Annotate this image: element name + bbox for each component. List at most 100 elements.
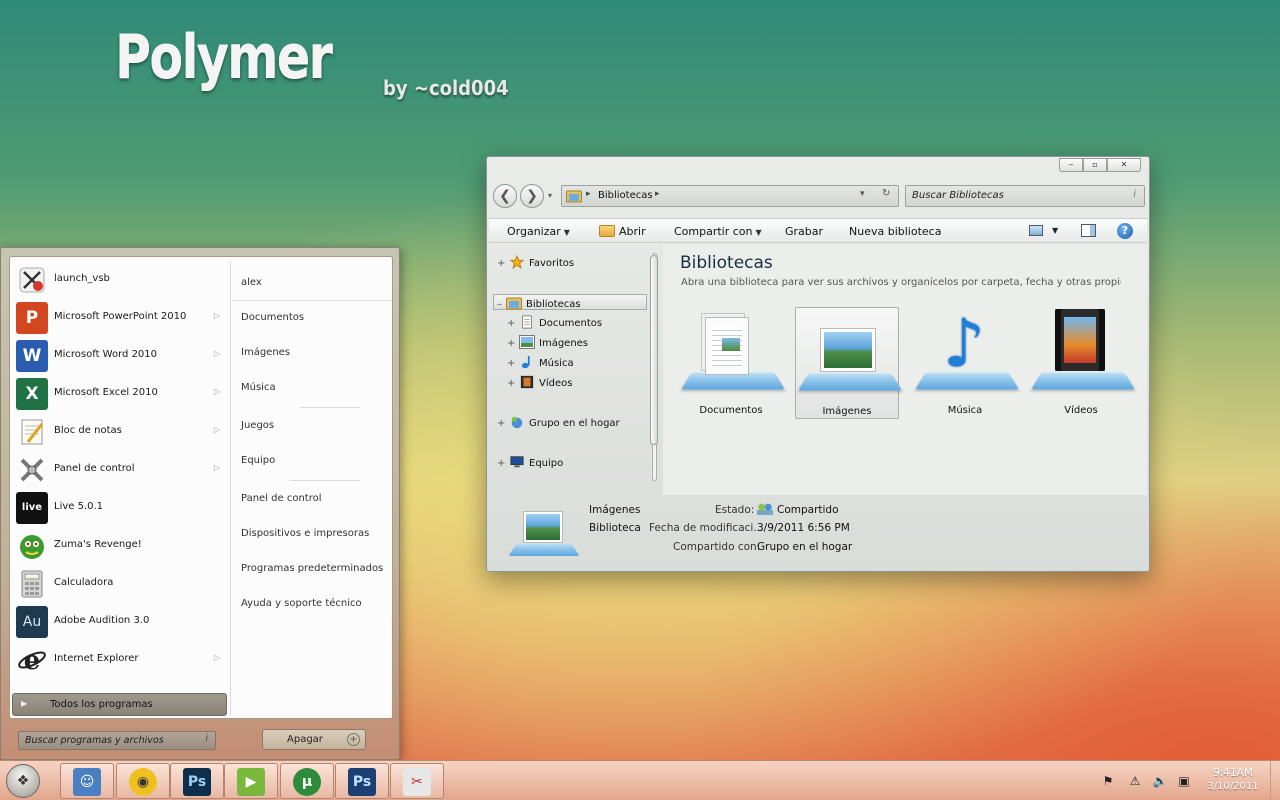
expand-icon[interactable]: + — [507, 338, 519, 349]
details-fecha-value: 3/9/2011 6:56 PM — [757, 522, 850, 534]
submenu-arrow-icon[interactable]: ▷ — [214, 387, 220, 396]
submenu-arrow-icon[interactable]: ▷ — [214, 311, 220, 320]
nav-scrollbar[interactable] — [649, 245, 659, 485]
address-dropdown-icon[interactable]: ▾ — [860, 189, 865, 199]
refresh-icon[interactable]: ↻ — [882, 188, 890, 199]
program-calculator[interactable]: Calculadora — [14, 565, 224, 603]
help-icon[interactable]: ? — [1117, 223, 1133, 239]
maximize-button[interactable]: ▫ — [1083, 158, 1107, 172]
library-label: Imágenes — [822, 406, 872, 417]
tree-item-grupo-hogar[interactable]: + Grupo en el hogar — [497, 415, 620, 429]
taskbar-app-media-player[interactable]: ▶ — [224, 763, 278, 799]
link-ayuda[interactable]: Ayuda y soporte técnico — [241, 598, 362, 609]
taskbar-app-launch-vsb[interactable]: ✂ — [390, 763, 444, 799]
taskbar-app-chrome[interactable]: ◉ — [116, 763, 170, 799]
change-view-icon[interactable] — [1029, 225, 1043, 236]
minimize-button[interactable]: ‒ — [1059, 158, 1083, 172]
tree-item-musica[interactable]: + Música — [507, 355, 574, 369]
navigation-bar: ❮ ❯ ▾ ▸ Bibliotecas ▸ ▾ ↻ Buscar Bibliot… — [493, 184, 1145, 208]
program-launch-vsb[interactable]: launch_vsb — [14, 261, 224, 299]
library-musica[interactable]: ♪ Música — [913, 307, 1020, 419]
expand-icon[interactable]: + — [497, 258, 509, 269]
burn-button[interactable]: Grabar — [785, 225, 823, 238]
show-desktop-button[interactable] — [1270, 761, 1280, 800]
back-button[interactable]: ❮ — [493, 184, 517, 208]
shutdown-options-icon[interactable]: + — [347, 733, 360, 746]
program-powerpoint[interactable]: P Microsoft PowerPoint 2010 ▷ — [14, 299, 224, 337]
open-button[interactable]: Abrir — [599, 225, 646, 238]
program-notepad[interactable]: Bloc de notas ▷ — [14, 413, 224, 451]
tree-item-videos[interactable]: + Vídeos — [507, 375, 572, 389]
link-user[interactable]: alex — [241, 277, 262, 288]
expand-icon[interactable]: + — [497, 418, 509, 429]
tree-item-documentos[interactable]: + Documentos — [507, 315, 602, 329]
clock[interactable]: 9:41AM 3/10/2011 — [1196, 767, 1270, 792]
chevron-down-icon[interactable]: ▼ — [1052, 226, 1058, 235]
expand-icon[interactable]: + — [507, 358, 519, 369]
taskbar-app-photoshop-cs5[interactable]: Ps — [335, 763, 389, 799]
taskbar-app-utorrent[interactable]: µ — [280, 763, 334, 799]
submenu-arrow-icon[interactable]: ▷ — [214, 653, 220, 662]
breadcrumb-chevron-icon[interactable]: ▸ — [586, 189, 591, 199]
search-icon[interactable]: i — [1133, 189, 1136, 200]
link-equipo[interactable]: Equipo — [241, 455, 275, 466]
tree-item-favoritos[interactable]: + Favoritos — [497, 255, 574, 269]
link-panel-control[interactable]: Panel de control — [241, 493, 322, 504]
breadcrumb-chevron-icon[interactable]: ▸ — [655, 189, 660, 199]
film-icon — [520, 375, 534, 389]
search-input[interactable]: Buscar Bibliotecas i — [905, 185, 1145, 207]
library-imagenes[interactable]: Imágenes — [795, 307, 903, 419]
live-icon: live — [16, 492, 48, 524]
start-button[interactable]: ❖ — [6, 764, 40, 798]
expand-icon[interactable]: + — [507, 378, 519, 389]
submenu-arrow-icon[interactable]: ▷ — [214, 349, 220, 358]
tree-item-imagenes[interactable]: + Imágenes — [507, 335, 588, 349]
taskbar-app-finder[interactable]: ☺ — [60, 763, 114, 799]
program-excel[interactable]: X Microsoft Excel 2010 ▷ — [14, 375, 224, 413]
start-search-input[interactable]: Buscar programas y archivos i — [18, 731, 216, 750]
all-programs-button[interactable]: ▶ Todos los programas — [12, 693, 227, 716]
link-dispositivos[interactable]: Dispositivos e impresoras — [241, 528, 369, 539]
close-button[interactable]: ✕ — [1107, 158, 1141, 172]
action-center-flag-icon[interactable]: ⚑ — [1100, 773, 1116, 789]
taskbar-app-photoshop[interactable]: Ps — [170, 763, 224, 799]
forward-button[interactable]: ❯ — [520, 184, 544, 208]
share-with-button[interactable]: Compartir con ▼ — [674, 225, 762, 238]
preview-pane-icon[interactable] — [1081, 224, 1096, 237]
alert-icon[interactable]: ⚠ — [1127, 773, 1143, 789]
address-bar[interactable]: ▸ Bibliotecas ▸ ▾ ↻ — [561, 185, 899, 207]
link-musica[interactable]: Música — [241, 382, 276, 393]
breadcrumb-bibliotecas[interactable]: Bibliotecas — [598, 190, 653, 201]
new-library-button[interactable]: Nueva biblioteca — [849, 225, 941, 238]
link-imagenes[interactable]: Imágenes — [241, 347, 290, 358]
program-live[interactable]: live Live 5.0.1 — [14, 489, 224, 527]
library-documentos[interactable]: Documentos — [679, 307, 786, 419]
powerpoint-icon: P — [16, 302, 48, 334]
tree-item-equipo[interactable]: + Equipo — [497, 455, 563, 469]
collapse-icon[interactable]: – — [494, 299, 506, 310]
organize-button[interactable]: Organizar ▼ — [507, 225, 570, 238]
submenu-arrow-icon[interactable]: ▷ — [214, 463, 220, 472]
tree-item-bibliotecas[interactable]: – Bibliotecas — [493, 294, 647, 310]
search-icon[interactable]: i — [205, 734, 208, 744]
program-word[interactable]: W Microsoft Word 2010 ▷ — [14, 337, 224, 375]
volume-icon[interactable]: 🔈 — [1152, 773, 1168, 789]
expand-icon[interactable]: + — [507, 318, 519, 329]
link-juegos[interactable]: Juegos — [241, 420, 274, 431]
audition-icon: Au — [16, 606, 48, 638]
library-videos[interactable]: Vídeos — [1029, 307, 1136, 419]
expand-icon[interactable]: + — [497, 458, 509, 469]
network-icon[interactable]: ▣ — [1176, 773, 1192, 789]
program-audition[interactable]: Au Adobe Audition 3.0 — [14, 603, 224, 641]
recent-pages-icon[interactable]: ▾ — [548, 191, 552, 200]
program-zuma[interactable]: Zuma's Revenge! — [14, 527, 224, 565]
shutdown-button[interactable]: Apagar + — [262, 729, 366, 750]
program-control-panel[interactable]: Panel de control ▷ — [14, 451, 224, 489]
link-programas-predeterminados[interactable]: Programas predeterminados — [241, 563, 383, 574]
submenu-arrow-icon[interactable]: ▷ — [214, 425, 220, 434]
page-title: Bibliotecas — [680, 253, 773, 273]
scrollbar-thumb[interactable] — [650, 255, 658, 445]
program-internet-explorer[interactable]: e Internet Explorer ▷ — [14, 641, 224, 679]
link-documentos[interactable]: Documentos — [241, 312, 304, 323]
open-label: Abrir — [619, 225, 646, 238]
